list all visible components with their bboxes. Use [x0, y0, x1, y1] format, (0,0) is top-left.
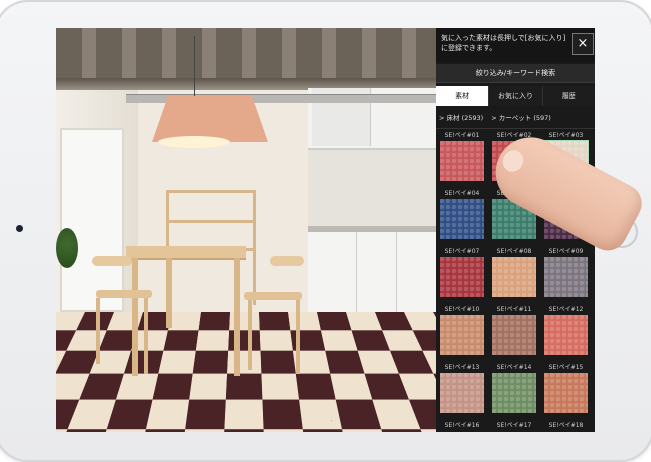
tab-materials[interactable]: 素材	[436, 86, 490, 106]
swatch-texture	[440, 199, 484, 239]
swatch-label: SE!ペイ#14	[496, 364, 532, 371]
table-leg	[166, 258, 172, 328]
chair-right-back	[270, 256, 304, 266]
breadcrumb-carpet[interactable]: > カーペット (597)	[491, 114, 551, 122]
material-swatch[interactable]: SE!ペイ#09	[544, 248, 588, 297]
material-swatch[interactable]: SE!ペイ#04	[440, 190, 484, 239]
swatch-label: SE!ペイ#09	[548, 248, 584, 255]
swatch-label: SE!ペイ#08	[496, 248, 532, 255]
material-swatch[interactable]: SE!ペイ#07	[440, 248, 484, 297]
swatch-texture	[544, 257, 588, 297]
swatch-label: SE!ペイ#15	[548, 364, 584, 371]
material-swatch[interactable]: SE!ペイ#14	[492, 364, 536, 413]
material-swatch[interactable]: SE!ペイ#08	[492, 248, 536, 297]
plant	[56, 228, 78, 268]
material-swatch[interactable]: SE!ペイ#13	[440, 364, 484, 413]
panel-header: 気に入った素材は長押しで[お気に入り]に登録できます。 ×	[436, 28, 595, 62]
panel-tabs: 素材 お気に入り 履歴	[436, 86, 595, 106]
room-preview[interactable]	[56, 28, 436, 432]
chair-leg	[296, 300, 300, 374]
filter-search-button[interactable]: 絞り込み/キーワード検索	[436, 64, 595, 83]
material-swatch[interactable]: SE!ペイ#10	[440, 306, 484, 355]
shelf-board	[166, 220, 256, 223]
material-swatch[interactable]: SE!ペイ#15	[544, 364, 588, 413]
swatch-label: SE!ペイ#07	[444, 248, 480, 255]
tab-favorites[interactable]: お気に入り	[489, 86, 543, 106]
lamp-glow	[158, 136, 230, 148]
swatch-label: SE!ペイ#17	[496, 422, 532, 429]
swatch-label: SE!ペイ#13	[444, 364, 480, 371]
swatch-label: SE!ペイ#04	[444, 190, 480, 197]
swatch-label: SE!ペイ#01	[444, 132, 480, 139]
swatch-texture	[492, 257, 536, 297]
swatch-texture	[492, 373, 536, 413]
material-swatch[interactable]: SE!ペイ#11	[492, 306, 536, 355]
swatch-label: SE!ペイ#18	[548, 422, 584, 429]
material-swatch[interactable]: SE!ペイ#12	[544, 306, 588, 355]
swatch-label: SE!ペイ#16	[444, 422, 480, 429]
swatch-texture	[440, 141, 484, 181]
swatch-texture	[440, 315, 484, 355]
chair-leg	[96, 298, 100, 364]
dining-table	[126, 246, 246, 260]
tab-history[interactable]: 履歴	[542, 86, 595, 106]
table-leg	[234, 258, 240, 376]
chair-left-back	[92, 256, 132, 266]
swatch-label: SE!ペイ#12	[548, 306, 584, 313]
chair-right-seat	[244, 292, 302, 300]
swatch-texture	[544, 373, 588, 413]
favorite-hint-text: 気に入った素材は長押しで[お気に入り]に登録できます。	[441, 34, 566, 52]
swatch-label: SE!ペイ#10	[444, 306, 480, 313]
checkered-carpet-floor	[56, 312, 436, 432]
app-screen: 気に入った素材は長押しで[お気に入り]に登録できます。 × 絞り込み/キーワード…	[56, 28, 595, 432]
swatch-texture	[492, 315, 536, 355]
lamp-cord	[194, 36, 195, 96]
table-leg	[132, 258, 138, 376]
window	[60, 128, 124, 312]
camera-icon	[16, 225, 23, 232]
swatch-texture	[544, 315, 588, 355]
breadcrumb-floor[interactable]: > 床材 (2593)	[439, 114, 483, 122]
material-swatch[interactable]: SE!ペイ#01	[440, 132, 484, 181]
swatch-label: SE!ペイ#03	[548, 132, 584, 139]
swatch-label: SE!ペイ#11	[496, 306, 532, 313]
chair-leg	[144, 298, 148, 374]
breadcrumb: > 床材 (2593) > カーペット (597)	[439, 112, 593, 124]
swatch-texture	[440, 373, 484, 413]
lower-cabinets	[308, 232, 436, 312]
close-button[interactable]: ×	[572, 33, 594, 55]
chair-left-seat	[96, 290, 152, 298]
cabinet-divider	[396, 232, 397, 312]
swatch-texture	[440, 257, 484, 297]
chair-leg	[248, 300, 252, 370]
pendant-lamp	[152, 96, 268, 142]
divider	[436, 128, 595, 129]
cabinet-divider	[356, 232, 357, 312]
